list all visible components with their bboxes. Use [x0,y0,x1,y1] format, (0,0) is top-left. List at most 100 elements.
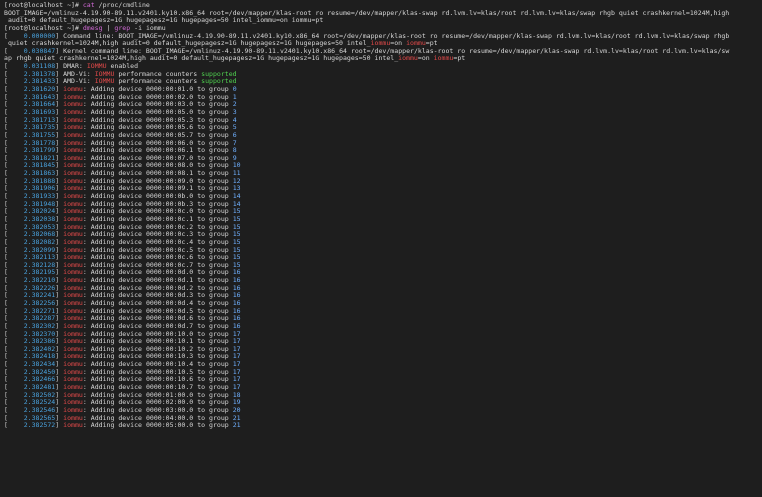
timestamp: 2.381821 [7,154,56,162]
dmesg-text: : Adding device [82,307,146,315]
iommu-highlight: iommu [63,131,83,139]
dmesg-line: quiet crashkernel=1024M,high audit=0 def… [4,40,760,48]
group-number: 10 [232,162,241,170]
device-address: 0000:00:0d.4 [145,299,194,307]
device-address: 0000:00:05.7 [145,131,194,139]
device-address: 0000:04:00.0 [145,414,194,422]
command-name: grep [114,24,131,32]
dmesg-text: to group [193,269,233,277]
dmesg-text: : Adding device [82,254,146,262]
group-number: 15 [232,246,241,254]
dmesg-text: : Adding device [82,277,146,285]
iommu-group-line: [ 2.381664] iommu: Adding device 0000:00… [4,101,237,109]
dmesg-text: : Adding device [82,86,146,94]
iommu-group-line: [ 2.382370] iommu: Adding device 0000:00… [4,330,241,338]
iommu-highlight: iommu [63,307,83,315]
command-arg: /proc/cmdline [98,2,150,9]
iommu-highlight: iommu [63,330,83,338]
dmesg-text: : Adding device [82,376,146,384]
dmesg-text: to group [193,147,233,155]
timestamp: 2.381948 [7,200,56,208]
iommu-group-line: [ 2.382053] iommu: Adding device 0000:00… [4,223,241,231]
dmesg-text: : Adding device [82,162,146,170]
device-address: 0000:00:0d.7 [145,322,194,330]
group-number: 15 [232,254,241,262]
dmesg-text: : Adding device [82,185,146,193]
group-number: 14 [232,200,241,208]
device-address: 0000:00:08.0 [145,162,194,170]
dmesg-text: to group [193,353,233,361]
output-text: audit=0 default_hugepagesz=1G hugepagesz… [4,17,324,25]
timestamp: 2.382024 [7,208,56,216]
dmesg-line: [ 2.381378] AMD-Vi: IOMMU performance co… [4,70,237,78]
iommu-group-line: [ 2.382418] iommu: Adding device 0000:00… [4,353,241,361]
dmesg-text: : Adding device [82,315,146,323]
device-address: 0000:02:00.0 [145,399,194,407]
iommu-highlight: iommu [63,154,83,162]
iommu-group-line: [ 2.381906] iommu: Adding device 0000:00… [4,185,241,193]
iommu-highlight: iommu [63,414,83,422]
prompt-line: [root@localhost ~]# dmesg | grep -i iomm… [4,25,760,33]
dmesg-text: : Adding device [82,322,146,330]
group-number: 1 [232,93,237,101]
dmesg-text: performance counters [114,78,202,86]
dmesg-text: to group [193,361,233,369]
dmesg-text: : Adding device [82,284,146,292]
group-number: 9 [232,154,237,162]
iommu-group-line: [ 2.382402] iommu: Adding device 0000:00… [4,345,241,353]
group-number: 16 [232,269,241,277]
iommu-highlight: iommu [63,284,83,292]
timestamp: 2.382402 [7,345,56,353]
group-number: 19 [232,399,241,407]
dmesg-text: AMD-Vi: [63,78,95,86]
iommu-highlight: iommu [63,353,83,361]
timestamp: 2.382434 [7,361,56,369]
output-text: BOOT_IMAGE=/vmlinuz-4.19.90-89.11.v2401.… [4,9,730,17]
iommu-group-line: [ 2.381845] iommu: Adding device 0000:00… [4,162,241,170]
iommu-group-line: [ 2.381799] iommu: Adding device 0000:00… [4,147,237,155]
timestamp: 2.381713 [7,116,56,124]
dmesg-text: to group [193,307,233,315]
device-address: 0000:01:00.0 [145,391,194,399]
timestamp: 2.381433 [7,78,56,86]
dmesg-text: AMD-Vi: [63,70,95,78]
timestamp: 0.000000 [7,32,56,40]
dmesg-text: : Adding device [82,345,146,353]
iommu-group-line: [ 2.381948] iommu: Adding device 0000:00… [4,200,241,208]
terminal-window[interactable]: [root@localhost ~]# cat /proc/cmdline BOO… [0,0,762,497]
device-address: 0000:00:10.6 [145,376,194,384]
dmesg-text: to group [193,315,233,323]
iommu-highlight: iommu [63,368,83,376]
dmesg-text: to group [193,368,233,376]
device-address: 0000:00:09.1 [145,185,194,193]
group-number: 4 [232,116,237,124]
iommu-group-line: [ 2.382502] iommu: Adding device 0000:01… [4,391,241,399]
dmesg-text: : Adding device [82,330,146,338]
iommu-group-line: [ 2.382565] iommu: Adding device 0000:04… [4,414,241,422]
iommu-highlight: iommu [63,208,83,216]
dmesg-line: [ 2.381433] AMD-Vi: IOMMU performance co… [4,78,237,86]
dmesg-text: : Adding device [82,93,146,101]
iommu-group-line: [ 2.381713] iommu: Adding device 0000:00… [4,116,237,124]
iommu-highlight: iommu [63,261,83,269]
iommu-highlight: iommu [63,338,83,346]
timestamp: 2.382466 [7,376,56,384]
dmesg-text: : Adding device [82,231,146,239]
dmesg-text: : Adding device [82,139,146,147]
dmesg-text: to group [193,108,233,116]
device-address: 0000:00:0d.6 [145,315,194,323]
dmesg-text: to group [193,231,233,239]
group-number: 21 [232,422,241,430]
output-line: BOOT_IMAGE=/vmlinuz-4.19.90-89.11.v2401.… [4,10,760,18]
output-line: audit=0 default_hugepagesz=1G hugepagesz… [4,17,760,25]
iommu-highlight: iommu [63,399,83,407]
timestamp: 2.382271 [7,307,56,315]
timestamp: 2.381933 [7,193,56,201]
dmesg-text: : Adding device [82,147,146,155]
iommu-group-line: [ 2.382481] iommu: Adding device 0000:00… [4,384,241,392]
iommu-group-line: [ 2.382256] iommu: Adding device 0000:00… [4,299,241,307]
dmesg-text: : Adding device [82,131,146,139]
device-address: 0000:00:05.0 [145,108,194,116]
iommu-highlight: iommu [63,170,83,178]
shell-prompt: [root@localhost ~]# [4,24,79,32]
